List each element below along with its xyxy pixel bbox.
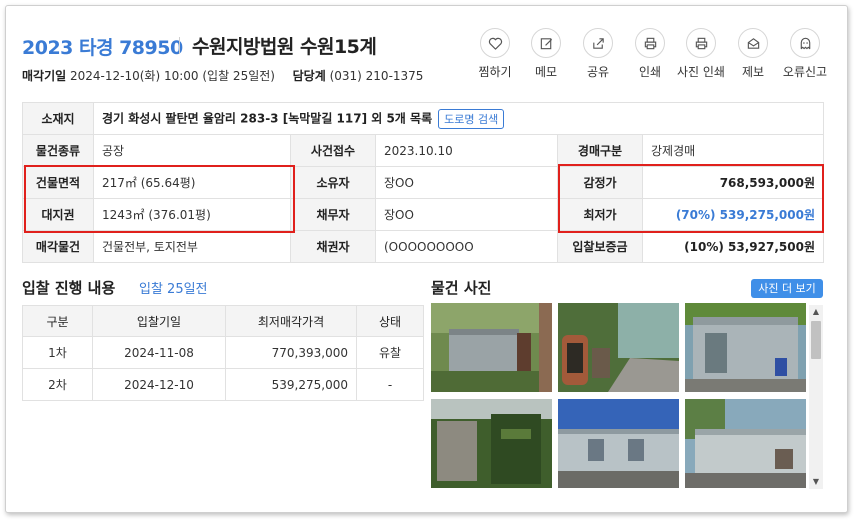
favorite-label: 찜하기 [478,65,512,79]
creditor-label: 채권자 [290,230,376,263]
court-name: 수원지방법원 수원15계 [192,36,377,58]
sale-item-value: 건물전부, 토지전부 [93,230,291,263]
info-row-building: 건물면적 217㎡ (65.64평) 소유자 장OO 감정가 768,593,0… [22,166,824,199]
property-photo-4[interactable] [431,399,552,488]
photo-print-icon [695,37,707,49]
property-info-table: 소재지 경기 화성시 팔탄면 율암리 283-3 [녹막말길 117] 외 5개… [22,102,824,263]
error-report-button[interactable]: 오류신고 [779,28,831,80]
bid-progress-title: 입찰 진행 내용 [22,279,116,297]
table-row: 1차 2024-11-08 770,393,000 유찰 [22,336,424,369]
case-number: 2023 타경 78950 [22,37,183,59]
minimum-price-label: 최저가 [557,198,643,231]
ghost-alert-icon [800,37,810,49]
sale-item-label: 매각물건 [22,230,94,263]
auction-type-value: 강제경매 [642,134,824,167]
creditor-value: (OOOOOOOOO [375,230,558,263]
print-label: 인쇄 [638,65,662,79]
debtor-label: 채무자 [290,198,376,231]
bid-status: - [356,368,424,401]
photo-section-title: 물건 사진 [431,279,492,297]
col-round: 구분 [22,305,93,337]
info-row-land: 대지권 1243㎡ (376.01평) 채무자 장OO 최저가 (70%) 53… [22,198,824,231]
location-text: 경기 화성시 팔탄면 율암리 283-3 [녹막말길 117] 외 5개 목록 [102,111,433,125]
minimum-price-value: (70%) 539,275,000원 [642,198,824,231]
debtor-value: 장OO [375,198,558,231]
share-icon [592,37,604,49]
property-photo-6[interactable] [685,399,806,488]
share-button[interactable]: 공유 [572,28,624,80]
print-icon [644,37,656,49]
sale-date-line: 매각기일 2024-12-10(화) 10:00 (입찰 25일전) 담당계 (… [22,67,423,84]
table-row: 2차 2024-12-10 539,275,000 - [22,368,424,401]
appraisal-label: 감정가 [557,166,643,199]
type-value: 공장 [93,134,291,167]
col-bid-date: 입찰기일 [92,305,226,337]
memo-label: 메모 [534,65,558,79]
property-photo-1[interactable] [431,303,552,392]
owner-label: 소유자 [290,166,376,199]
owner-value: 장OO [375,166,558,199]
property-photo-5[interactable] [558,399,679,488]
heart-icon [488,37,502,50]
location-value: 경기 화성시 팔탄면 율암리 283-3 [녹막말길 117] 외 5개 목록 도… [93,102,824,135]
action-toolbar: 찜하기 메모 공유 인쇄 사진 인쇄 제보 오류신고 [469,28,836,84]
col-status: 상태 [356,305,424,337]
photo-scrollbar[interactable]: ▲ ▼ [809,305,823,489]
bid-date: 2024-11-08 [92,336,226,369]
property-photo-3[interactable] [685,303,806,392]
building-area-label: 건물면적 [22,166,94,199]
scroll-down-arrow-icon[interactable]: ▼ [809,475,823,489]
memo-button[interactable]: 메모 [520,28,572,80]
filed-value: 2023.10.10 [375,134,558,167]
info-row-sale-item: 매각물건 건물전부, 토지전부 채권자 (OOOOOOOOO 입찰보증금 (10… [22,230,824,263]
dept-phone: (031) 210-1375 [329,69,424,83]
scrollbar-thumb[interactable] [811,321,821,359]
bid-min-price: 770,393,000 [225,336,357,369]
bid-progress-days: 입찰 25일전 [139,282,208,297]
scroll-up-arrow-icon[interactable]: ▲ [809,305,823,319]
bid-status: 유찰 [356,336,424,369]
report-button[interactable]: 제보 [727,28,779,80]
more-photos-button[interactable]: 사진 더 보기 [751,279,823,298]
bid-history-table: 구분 입찰기일 최저매각가격 상태 1차 2024-11-08 770,393,… [22,305,424,401]
bid-round: 1차 [22,336,93,369]
property-photo-2[interactable] [558,303,679,392]
bid-date: 2024-12-10 [92,368,226,401]
appraisal-value: 768,593,000원 [642,166,824,199]
bid-round: 2차 [22,368,93,401]
info-row-type: 물건종류 공장 사건접수 2023.10.10 경매구분 강제경매 [22,134,824,167]
dept-label: 담당계 [292,69,326,83]
road-search-button[interactable]: 도로명 검색 [438,108,505,129]
memo-icon [540,37,552,49]
filed-label: 사건접수 [290,134,376,167]
report-mail-icon [747,37,759,49]
bid-min-price: 539,275,000 [225,368,357,401]
favorite-button[interactable]: 찜하기 [469,28,521,80]
auction-type-label: 경매구분 [557,134,643,167]
info-row-location: 소재지 경기 화성시 팔탄면 율암리 283-3 [녹막말길 117] 외 5개… [22,102,824,135]
error-report-label: 오류신고 [782,65,828,79]
land-right-label: 대지권 [22,198,94,231]
share-label: 공유 [586,65,610,79]
col-min-price: 최저매각가격 [225,305,357,337]
sale-date-value: 2024-12-10(화) 10:00 (입찰 25일전) [70,69,275,83]
bid-table-header: 구분 입찰기일 최저매각가격 상태 [22,305,424,337]
report-label: 제보 [741,65,765,79]
print-button[interactable]: 인쇄 [624,28,676,80]
photo-print-label: 사진 인쇄 [677,65,725,79]
location-label: 소재지 [22,102,94,135]
deposit-value: (10%) 53,927,500원 [642,230,824,263]
deposit-label: 입찰보증금 [557,230,643,263]
type-label: 물건종류 [22,134,94,167]
land-right-value: 1243㎡ (376.01평) [93,198,291,231]
photo-print-button[interactable]: 사진 인쇄 [675,28,727,80]
header-divider [179,37,180,54]
sale-date-label: 매각기일 [22,69,67,83]
building-area-value: 217㎡ (65.64평) [93,166,291,199]
